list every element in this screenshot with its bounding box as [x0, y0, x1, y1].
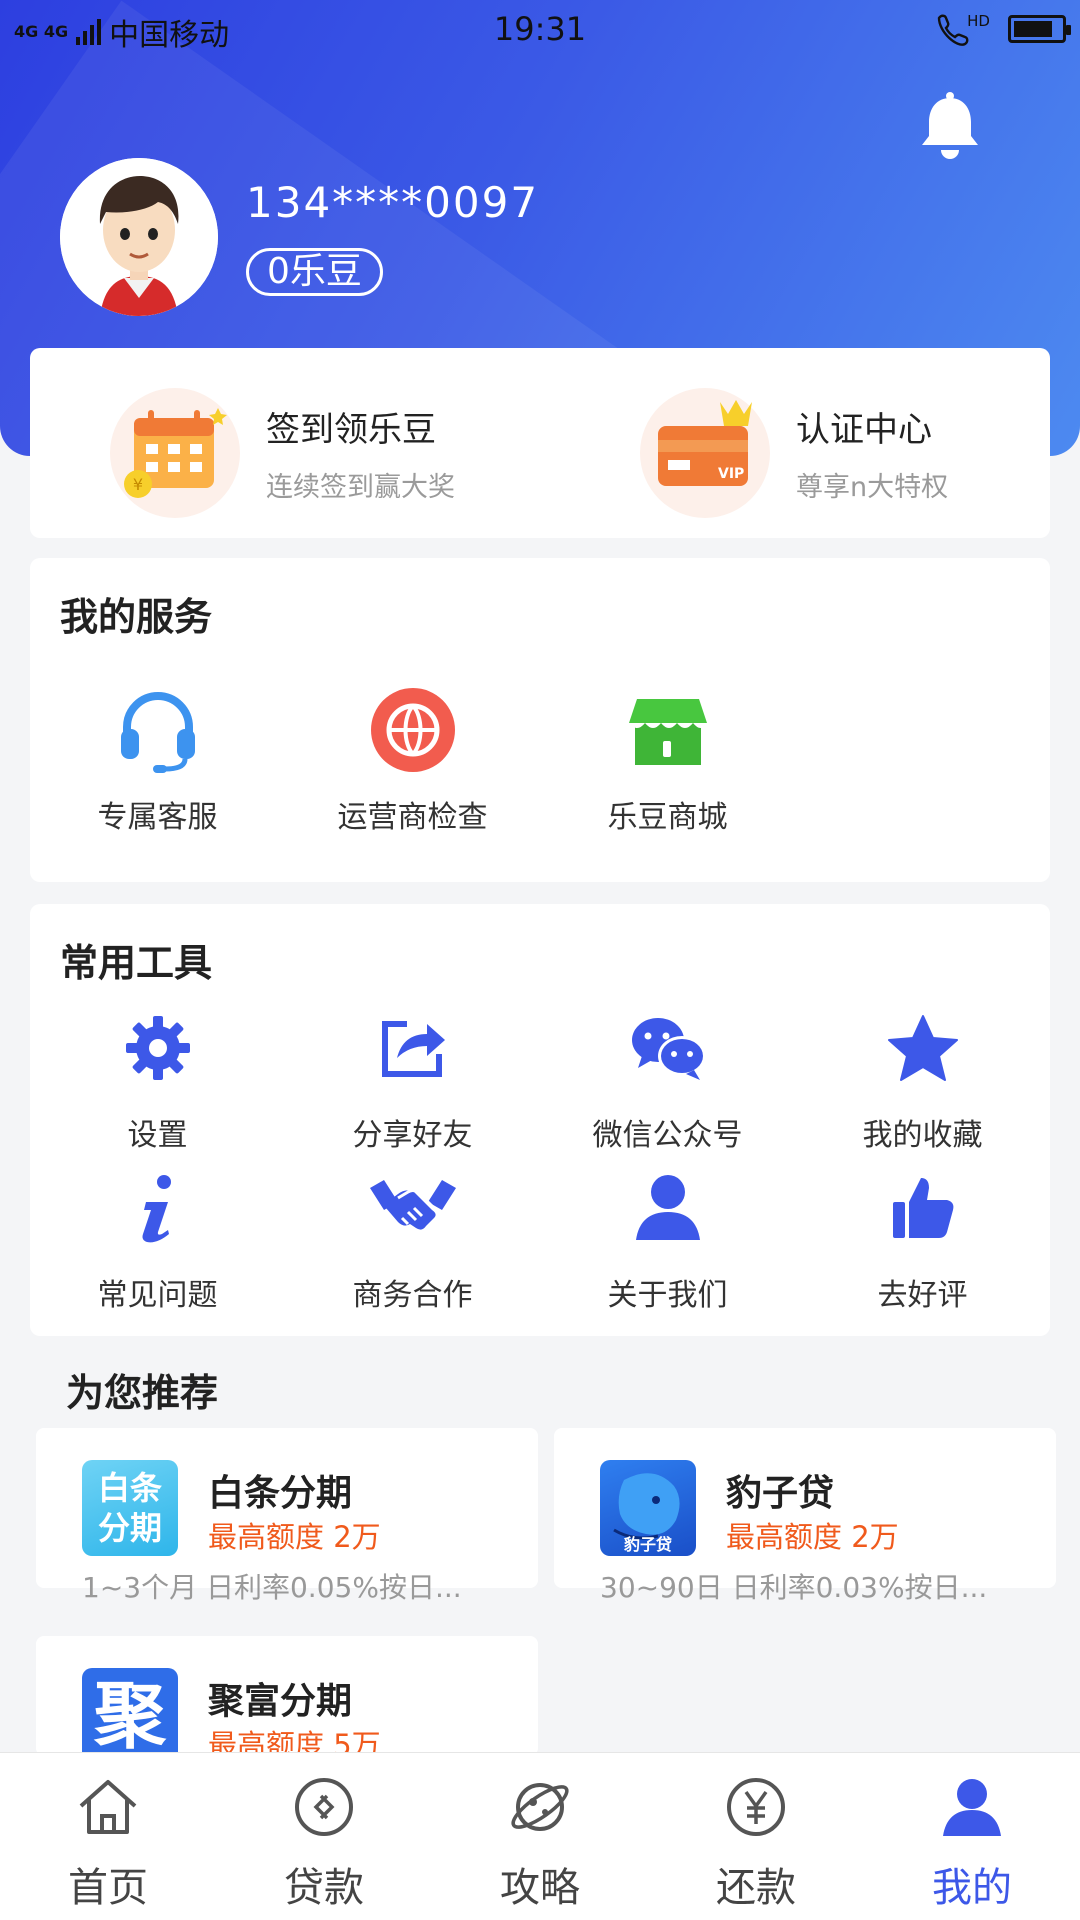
- baitiao-logo: 白条 分期: [82, 1460, 178, 1556]
- wechat-icon: [540, 1000, 795, 1096]
- checkin-subtitle: 连续签到赢大奖: [266, 472, 455, 503]
- tab-label: 还款: [716, 1865, 796, 1911]
- user-icon: [864, 1771, 1080, 1843]
- logo-text: 白条: [97, 1469, 162, 1507]
- logo-text: 聚: [93, 1674, 166, 1758]
- checkin-title: 签到领乐豆: [266, 410, 436, 450]
- globe-refresh-icon: [285, 682, 540, 778]
- tab-label: 我的: [932, 1865, 1012, 1911]
- tool-label: 去好评: [877, 1278, 968, 1313]
- tool-business[interactable]: 商务合作: [285, 1160, 540, 1314]
- product-limit: 最高额度 2万: [726, 1520, 899, 1554]
- tab-mine[interactable]: 我的: [864, 1771, 1080, 1913]
- store-icon: [540, 682, 795, 778]
- star-icon: [795, 1000, 1050, 1096]
- recommend-item[interactable]: 聚 聚富分期 最高额度 5万: [36, 1636, 538, 1764]
- gear-icon: [30, 1000, 285, 1096]
- share-icon: [285, 1000, 540, 1096]
- avatar[interactable]: [60, 158, 218, 316]
- product-limit: 最高额度 2万: [208, 1520, 381, 1554]
- certification-entry[interactable]: VIP 认证中心 尊享n大特权: [640, 388, 948, 518]
- hd-badge: HD: [967, 12, 990, 30]
- tab-repay[interactable]: 还款: [648, 1771, 864, 1913]
- service-ledou-store[interactable]: 乐豆商城: [540, 682, 795, 836]
- product-name: 豹子贷: [726, 1473, 835, 1514]
- service-label: 乐豆商城: [607, 800, 728, 835]
- tool-label: 微信公众号: [592, 1118, 743, 1153]
- section-title-recommend: 为您推荐: [66, 1371, 219, 1415]
- common-tools-card: 常用工具 设置 分享好友 微信公众号 我的收藏 常见问题 商务合作 关于我们 去…: [30, 904, 1050, 1336]
- tool-rate-us[interactable]: 去好评: [795, 1160, 1050, 1314]
- section-title-tools: 常用工具: [60, 941, 213, 985]
- service-customer-support[interactable]: 专属客服: [30, 682, 285, 836]
- logo-text: 分期: [97, 1509, 162, 1547]
- certification-subtitle: 尊享n大特权: [796, 472, 949, 503]
- baozidai-logo: 豹子贷: [600, 1460, 696, 1556]
- product-name: 白条分期: [208, 1473, 353, 1514]
- product-desc: 1~3个月 日利率0.05%按日...: [82, 1571, 462, 1604]
- jufu-logo: 聚: [82, 1668, 178, 1764]
- recommend-item[interactable]: 白条 分期 白条分期 最高额度 2万: [36, 1428, 538, 1588]
- clock: 19:31: [493, 10, 587, 48]
- section-title-services: 我的服务: [60, 595, 213, 639]
- bottom-tab-bar: 首页 贷款 攻略 还款 我的: [0, 1752, 1080, 1920]
- certification-title: 认证中心: [796, 410, 932, 450]
- info-icon: [30, 1160, 285, 1256]
- checkin-entry[interactable]: ¥ 签到领乐豆 连续签到赢大奖: [110, 388, 455, 518]
- service-label: 运营商检查: [337, 800, 488, 835]
- planet-icon: [432, 1771, 648, 1843]
- tool-label: 我的收藏: [862, 1118, 983, 1153]
- tool-faq[interactable]: 常见问题: [30, 1160, 285, 1314]
- tool-label: 常见问题: [97, 1278, 218, 1313]
- ledou-balance-badge[interactable]: 0乐豆: [246, 248, 383, 296]
- tool-label: 设置: [127, 1118, 188, 1153]
- person-icon: [540, 1160, 795, 1256]
- tool-label: 商务合作: [352, 1278, 473, 1313]
- vip-card-icon: VIP: [640, 388, 770, 518]
- status-bar: 4G 4G 中国移动 19:31 HD: [0, 0, 1080, 60]
- calendar-icon: ¥: [110, 388, 240, 518]
- tool-label: 分享好友: [352, 1118, 473, 1153]
- service-label: 专属客服: [97, 800, 218, 835]
- notification-bell-icon[interactable]: [918, 92, 982, 164]
- svg-text:VIP: VIP: [718, 466, 744, 482]
- product-desc: 30~90日 日利率0.03%按日...: [600, 1571, 988, 1604]
- svg-text:¥: ¥: [133, 475, 143, 494]
- tool-about[interactable]: 关于我们: [540, 1160, 795, 1314]
- tab-home[interactable]: 首页: [0, 1771, 216, 1913]
- recommend-item[interactable]: 豹子贷 豹子贷 最高额度 2万: [554, 1428, 1056, 1588]
- yen-icon: [648, 1771, 864, 1843]
- tool-favorites[interactable]: 我的收藏: [795, 1000, 1050, 1154]
- product-name: 聚富分期: [208, 1681, 353, 1722]
- tool-share[interactable]: 分享好友: [285, 1000, 540, 1154]
- tab-label: 首页: [68, 1865, 148, 1911]
- thumbs-up-icon: [795, 1160, 1050, 1256]
- tool-label: 关于我们: [607, 1278, 728, 1313]
- tab-label: 攻略: [500, 1865, 580, 1911]
- handshake-icon: [285, 1160, 540, 1256]
- user-phone: 134****0097: [246, 178, 540, 227]
- tool-settings[interactable]: 设置: [30, 1000, 285, 1154]
- promo-card: ¥ 签到领乐豆 连续签到赢大奖 VIP 认证中心 尊享n大特权: [30, 348, 1050, 538]
- battery-icon: [1008, 15, 1071, 43]
- logo-text: 豹子贷: [623, 1535, 672, 1554]
- service-carrier-check[interactable]: 运营商检查: [285, 682, 540, 836]
- headset-icon: [30, 682, 285, 778]
- loan-icon: [216, 1771, 432, 1843]
- home-icon: [0, 1771, 216, 1843]
- my-services-card: 我的服务 专属客服 运营商检查 乐豆商城: [30, 558, 1050, 882]
- tool-wechat[interactable]: 微信公众号: [540, 1000, 795, 1154]
- hd-call-icon: HD: [933, 12, 990, 46]
- tab-guide[interactable]: 攻略: [432, 1771, 648, 1913]
- tab-label: 贷款: [284, 1865, 364, 1911]
- tab-loan[interactable]: 贷款: [216, 1771, 432, 1913]
